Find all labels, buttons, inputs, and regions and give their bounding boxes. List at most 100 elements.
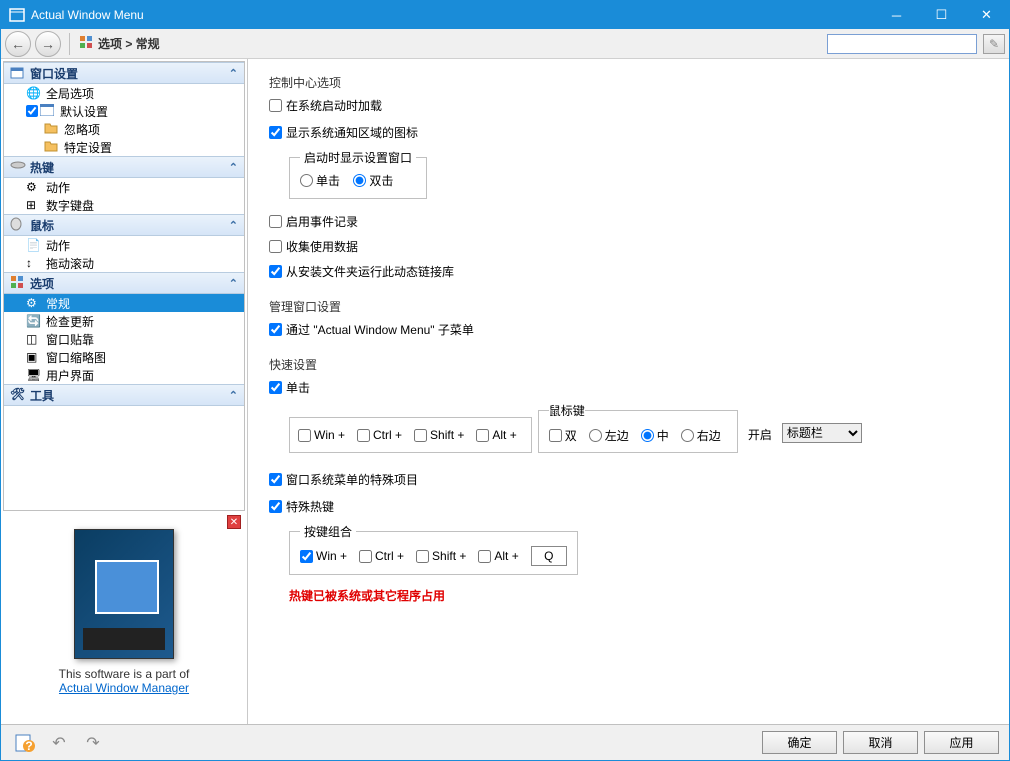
window-icon xyxy=(40,104,56,118)
enable-log-label: 启用事件记录 xyxy=(286,213,358,230)
svg-text:?: ? xyxy=(25,739,32,752)
hk-win-label[interactable]: Win + xyxy=(300,549,347,563)
default-settings-checkbox[interactable] xyxy=(26,105,38,117)
tree-item-thumbnail[interactable]: ▣ 窗口缩略图 xyxy=(4,348,244,366)
run-dll-checkbox[interactable] xyxy=(269,265,282,278)
special-hotkey-label: 特殊热键 xyxy=(286,498,334,515)
promo-close-button[interactable]: ✕ xyxy=(227,515,241,529)
sysmenu-special-checkbox[interactable] xyxy=(269,473,282,486)
sidebar-section-hotkeys[interactable]: 热键 ⌃ xyxy=(4,156,244,178)
special-hotkey-checkbox[interactable] xyxy=(269,500,282,513)
scroll-icon: ↕ xyxy=(26,256,42,270)
single-click-radio-label[interactable]: 单击 xyxy=(300,172,340,189)
tree-item-drag-scroll[interactable]: ↕拖动滚动 xyxy=(4,254,244,272)
tree-label: 全局选项 xyxy=(46,85,94,102)
load-startup-checkbox[interactable] xyxy=(269,99,282,112)
hk-alt-label[interactable]: Alt + xyxy=(478,549,518,563)
hk-alt-checkbox[interactable] xyxy=(478,550,491,563)
breadcrumb: 选项 > 常规 xyxy=(98,35,160,52)
show-tray-checkbox[interactable] xyxy=(269,126,282,139)
tree-item-specific-settings[interactable]: 特定设置 xyxy=(4,138,244,156)
promo-link[interactable]: Actual Window Manager xyxy=(59,681,189,695)
load-startup-label: 在系统启动时加载 xyxy=(286,97,382,114)
single-click-radio[interactable] xyxy=(300,174,313,187)
tree-item-window-snap[interactable]: ◫窗口贴靠 xyxy=(4,330,244,348)
tree-item-ui[interactable]: 🖥用户界面 xyxy=(4,366,244,384)
mouse-right-radio[interactable] xyxy=(681,429,694,442)
back-button[interactable]: ← xyxy=(5,31,31,57)
options-icon xyxy=(10,275,26,291)
tree-label: 窗口缩略图 xyxy=(46,349,106,366)
navigation-tree[interactable]: 窗口设置 ⌃ 🌐全局选项 默认设置 忽略项 特定设置 热键 ⌃ ⚙动作 ⊞ 数字键… xyxy=(3,61,245,511)
search-button[interactable]: ✎ xyxy=(983,34,1005,54)
window-title: Actual Window Menu xyxy=(31,8,874,22)
quick-single-checkbox[interactable] xyxy=(269,381,282,394)
mod-alt-label[interactable]: Alt + xyxy=(476,428,516,442)
sidebar-section-options[interactable]: 选项 ⌃ xyxy=(4,272,244,294)
promo-text: This software is a part of xyxy=(9,667,239,681)
search-input[interactable] xyxy=(827,34,977,54)
undo-icon[interactable]: ↶ xyxy=(45,731,73,755)
mouse-icon xyxy=(10,217,26,233)
numpad-icon: ⊞ xyxy=(26,198,42,212)
mouse-right-label[interactable]: 右边 xyxy=(681,427,721,444)
hk-ctrl-checkbox[interactable] xyxy=(359,550,372,563)
thumbnail-icon: ▣ xyxy=(26,350,42,364)
tree-item-ignore[interactable]: 忽略项 xyxy=(4,120,244,138)
mouse-button-fieldset: 鼠标键 双 左边 中 右边 xyxy=(538,402,738,453)
tree-label: 默认设置 xyxy=(60,103,108,120)
hk-ctrl-label[interactable]: Ctrl + xyxy=(359,549,404,563)
apply-button[interactable]: 应用 xyxy=(924,731,999,754)
hotkey-key-input[interactable] xyxy=(531,546,567,566)
tree-item-hotkey-actions[interactable]: ⚙动作 xyxy=(4,178,244,196)
mouse-double-label[interactable]: 双 xyxy=(549,427,577,444)
tree-item-global-options[interactable]: 🌐全局选项 xyxy=(4,84,244,102)
enable-log-checkbox[interactable] xyxy=(269,215,282,228)
mod-shift-checkbox[interactable] xyxy=(414,429,427,442)
ok-button[interactable]: 确定 xyxy=(762,731,837,754)
tree-item-check-update[interactable]: 🔄检查更新 xyxy=(4,312,244,330)
mod-win-checkbox[interactable] xyxy=(298,429,311,442)
cancel-button[interactable]: 取消 xyxy=(843,731,918,754)
sidebar-section-window-settings[interactable]: 窗口设置 ⌃ xyxy=(4,62,244,84)
mod-shift-label[interactable]: Shift + xyxy=(414,428,464,442)
hk-shift-checkbox[interactable] xyxy=(416,550,429,563)
tree-item-mouse-actions[interactable]: 📄动作 xyxy=(4,236,244,254)
mouse-middle-radio[interactable] xyxy=(641,429,654,442)
minimize-button[interactable]: ─ xyxy=(874,1,919,29)
mouse-middle-label[interactable]: 中 xyxy=(641,427,669,444)
mod-ctrl-label[interactable]: Ctrl + xyxy=(357,428,402,442)
help-icon[interactable]: ? xyxy=(11,731,39,755)
close-button[interactable]: ✕ xyxy=(964,1,1009,29)
chevron-up-icon: ⌃ xyxy=(229,389,238,402)
sidebar-section-mouse[interactable]: 鼠标 ⌃ xyxy=(4,214,244,236)
mod-alt-checkbox[interactable] xyxy=(476,429,489,442)
section-label: 热键 xyxy=(30,159,54,176)
tree-item-default-settings[interactable]: 默认设置 xyxy=(4,102,244,120)
tree-item-numpad[interactable]: ⊞ 数字键盘 xyxy=(4,196,244,214)
mod-ctrl-checkbox[interactable] xyxy=(357,429,370,442)
double-click-radio-label[interactable]: 双击 xyxy=(353,172,393,189)
tree-label: 数字键盘 xyxy=(46,197,94,214)
sidebar-section-tools[interactable]: 🛠 工具 ⌃ xyxy=(4,384,244,406)
hotkey-conflict-warning: 热键已被系统或其它程序占用 xyxy=(289,587,988,604)
keycombo-fieldset: 按键组合 Win + Ctrl + Shift + Alt + xyxy=(289,523,578,575)
manage-window-title: 管理窗口设置 xyxy=(269,298,988,315)
tree-item-general[interactable]: ⚙常规 xyxy=(4,294,244,312)
mouse-left-label[interactable]: 左边 xyxy=(589,427,629,444)
hk-win-checkbox[interactable] xyxy=(300,550,313,563)
tree-label: 动作 xyxy=(46,179,70,196)
collect-usage-checkbox[interactable] xyxy=(269,240,282,253)
forward-button[interactable]: → xyxy=(35,31,61,57)
maximize-button[interactable]: ☐ xyxy=(919,1,964,29)
double-click-radio[interactable] xyxy=(353,174,366,187)
mouse-left-radio[interactable] xyxy=(589,429,602,442)
hk-shift-label[interactable]: Shift + xyxy=(416,549,466,563)
collect-usage-label: 收集使用数据 xyxy=(286,238,358,255)
open-target-select[interactable]: 标题栏 xyxy=(782,423,862,443)
mod-win-label[interactable]: Win + xyxy=(298,428,345,442)
mouse-double-checkbox[interactable] xyxy=(549,429,562,442)
redo-icon[interactable]: ↷ xyxy=(79,731,107,755)
open-label: 开启 xyxy=(748,426,772,443)
via-submenu-checkbox[interactable] xyxy=(269,323,282,336)
